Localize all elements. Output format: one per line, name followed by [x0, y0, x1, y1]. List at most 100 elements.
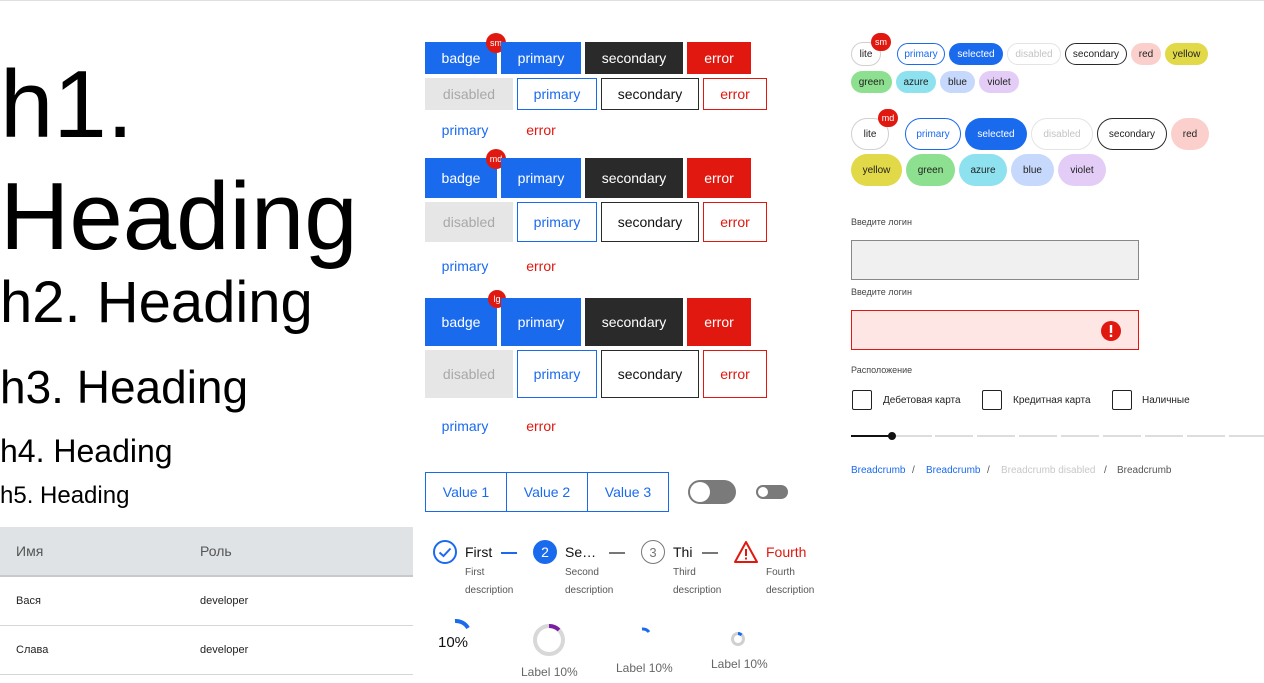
chip-red-sm[interactable]: red	[1131, 43, 1161, 65]
error-button-sm[interactable]: error	[687, 42, 751, 74]
chip-disabled-md[interactable]: disabled	[1031, 118, 1093, 150]
chip-green-sm[interactable]: green	[851, 71, 892, 93]
error-outline-button-sm[interactable]: error	[703, 78, 767, 110]
chip-secondary-md[interactable]: secondary	[1097, 118, 1167, 150]
primary-button-md[interactable]: primary	[501, 158, 581, 198]
chip-selected-md[interactable]: selected	[965, 118, 1027, 150]
disabled-button-md[interactable]: disabled	[425, 202, 513, 242]
heading-h5: h5. Heading	[0, 482, 130, 509]
primary-outline-button-md[interactable]: primary	[517, 202, 597, 242]
primary-button-sm[interactable]: primary	[501, 42, 581, 74]
checkbox-cash[interactable]	[1112, 390, 1132, 410]
error-outline-button-md[interactable]: error	[703, 202, 767, 242]
heading-h4: h4. Heading	[0, 433, 173, 469]
chip-blue-sm[interactable]: blue	[940, 71, 975, 93]
slider-segment	[1187, 435, 1225, 437]
cell-name: Вася	[16, 595, 41, 607]
breadcrumb-item-2[interactable]: Breadcrumb	[926, 465, 980, 476]
checkbox-credit-card[interactable]	[982, 390, 1002, 410]
chip-yellow-md[interactable]: yellow	[851, 154, 902, 186]
slider-segment	[1145, 435, 1183, 437]
error-text-button-md[interactable]: error	[509, 246, 573, 286]
step-3-number: 3	[641, 540, 665, 564]
location-label: Расположение	[851, 365, 913, 375]
login-input[interactable]	[851, 240, 1139, 280]
step-4-title[interactable]: Fourth	[766, 544, 806, 560]
chip-secondary-sm[interactable]: secondary	[1065, 43, 1127, 65]
secondary-button-sm[interactable]: secondary	[585, 42, 683, 74]
error-button-lg[interactable]: error	[687, 298, 751, 346]
secondary-outline-button-sm[interactable]: secondary	[601, 78, 699, 110]
badge-button-md[interactable]: badge	[425, 158, 497, 198]
chip-red-md[interactable]: red	[1171, 118, 1209, 150]
chip-disabled-sm[interactable]: disabled	[1007, 43, 1061, 65]
primary-outline-button-lg[interactable]: primary	[517, 350, 597, 398]
step-2-title[interactable]: Se…	[565, 544, 596, 560]
checkbox-debit-card[interactable]	[852, 390, 872, 410]
table-row[interactable]: Слава developer	[0, 626, 413, 675]
toggle-switch-small[interactable]	[756, 485, 788, 499]
segment-value-1[interactable]: Value 1	[426, 473, 507, 511]
secondary-button-lg[interactable]: secondary	[585, 298, 683, 346]
progress-label: Label 10%	[616, 661, 673, 675]
primary-text-button-md[interactable]: primary	[425, 246, 505, 286]
chip-violet-md[interactable]: violet	[1058, 154, 1106, 186]
error-outline-button-lg[interactable]: error	[703, 350, 767, 398]
slider[interactable]	[851, 429, 1264, 443]
chip-primary-sm[interactable]: primary	[897, 43, 945, 65]
slider-thumb[interactable]	[888, 432, 896, 440]
checkbox-cash-label: Наличные	[1142, 395, 1190, 406]
primary-button-lg[interactable]: primary	[501, 298, 581, 346]
table-row[interactable]: Вася developer	[0, 577, 413, 626]
chip-green-md[interactable]: green	[906, 154, 955, 186]
segment-value-2[interactable]: Value 2	[507, 473, 588, 511]
progress-ring-small	[641, 627, 651, 634]
step-connector	[609, 552, 625, 554]
progress-label: Label 10%	[711, 657, 768, 671]
step-connector	[702, 552, 718, 554]
progress-value: 10%	[438, 634, 469, 651]
login-input-error[interactable]	[851, 310, 1139, 350]
cell-role: developer	[200, 644, 249, 656]
primary-text-button-lg[interactable]: primary	[425, 402, 505, 450]
error-text-button-lg[interactable]: error	[509, 402, 573, 450]
chip-yellow-sm[interactable]: yellow	[1165, 43, 1208, 65]
step-2-number: 2	[533, 540, 557, 564]
step-3-title[interactable]: Thi	[673, 544, 695, 560]
toggle-switch-large[interactable]	[688, 480, 736, 504]
breadcrumb-item-disabled: Breadcrumb disabled	[1001, 465, 1096, 476]
progress-label: Label 10%	[521, 665, 578, 679]
error-text-button-sm[interactable]: error	[509, 114, 573, 146]
slider-segment	[935, 435, 973, 437]
checkbox-credit-card-label: Кредитная карта	[1013, 395, 1091, 406]
step-3-description: Third description	[673, 567, 722, 596]
segment-value-3[interactable]: Value 3	[588, 473, 668, 511]
chip-violet-sm[interactable]: violet	[979, 71, 1019, 93]
disabled-button-lg[interactable]: disabled	[425, 350, 513, 398]
column-header-role[interactable]: Роль	[184, 543, 232, 559]
login-field-label: Введите логин	[851, 217, 912, 227]
heading-h1: h1. Heading	[0, 51, 358, 270]
cell-name: Слава	[16, 644, 49, 656]
step-1-title[interactable]: First	[465, 544, 492, 560]
badge-button-lg[interactable]: badge	[425, 298, 497, 346]
chip-azure-sm[interactable]: azure	[896, 71, 936, 93]
breadcrumb-item-1[interactable]: Breadcrumb	[851, 465, 905, 476]
checkbox-debit-card-label: Дебетовая карта	[883, 395, 961, 406]
column-header-name[interactable]: Имя	[0, 543, 184, 559]
chip-blue-md[interactable]: blue	[1011, 154, 1054, 186]
chip-azure-md[interactable]: azure	[959, 154, 1007, 186]
users-table: Имя Роль Вася developer Слава developer	[0, 527, 413, 675]
chip-selected-sm[interactable]: selected	[949, 43, 1003, 65]
primary-text-button-sm[interactable]: primary	[425, 114, 505, 146]
secondary-outline-button-md[interactable]: secondary	[601, 202, 699, 242]
slider-track-filled	[851, 435, 891, 437]
heading-h2: h2. Heading	[0, 270, 313, 335]
chip-primary-md[interactable]: primary	[905, 118, 961, 150]
secondary-button-md[interactable]: secondary	[585, 158, 683, 198]
secondary-outline-button-lg[interactable]: secondary	[601, 350, 699, 398]
primary-outline-button-sm[interactable]: primary	[517, 78, 597, 110]
error-button-md[interactable]: error	[687, 158, 751, 198]
disabled-button-sm[interactable]: disabled	[425, 78, 513, 110]
slider-segment	[1103, 435, 1141, 437]
